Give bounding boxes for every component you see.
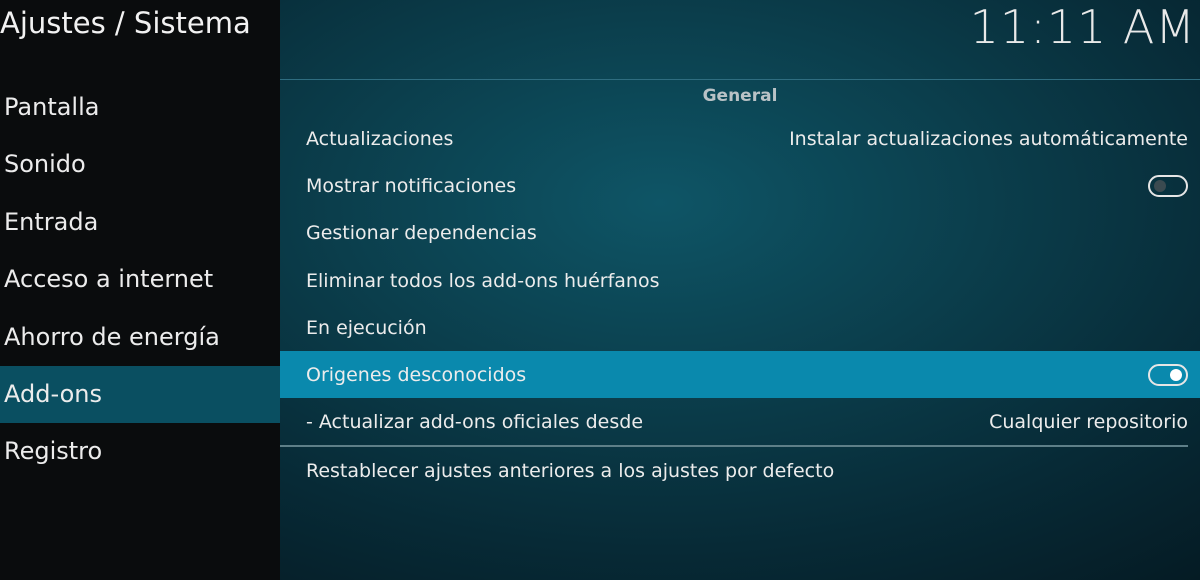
reset-label: Restablecer ajustes anteriores a los aju…	[306, 459, 835, 482]
setting-mostrar-notificaciones[interactable]: Mostrar notificaciones	[280, 162, 1200, 209]
setting-eliminar-huerfanos[interactable]: Eliminar todos los add-ons huérfanos	[280, 257, 1200, 304]
sidebar: Ajustes / Sistema Pantalla Sonido Entrad…	[0, 0, 280, 580]
sidebar-item-acceso-internet[interactable]: Acceso a internet	[0, 251, 280, 308]
notifications-toggle[interactable]	[1148, 174, 1188, 197]
setting-actualizaciones[interactable]: Actualizaciones Instalar actualizaciones…	[280, 115, 1200, 162]
sidebar-item-pantalla[interactable]: Pantalla	[0, 79, 280, 136]
setting-gestionar-dependencias[interactable]: Gestionar dependencias	[280, 209, 1200, 256]
sidebar-item-ahorro-energia[interactable]: Ahorro de energía	[0, 309, 280, 366]
setting-value: Cualquier repositorio	[989, 410, 1188, 433]
sidebar-item-registro[interactable]: Registro	[0, 423, 280, 480]
clock: 11:11 AM	[969, 0, 1196, 54]
toggle-knob	[1154, 179, 1166, 192]
setting-label: - Actualizar add-ons oficiales desde	[306, 410, 644, 433]
toggle-knob	[1170, 368, 1182, 381]
header-divider	[280, 79, 1200, 80]
section-title: General	[702, 86, 778, 106]
setting-label: Mostrar notificaciones	[306, 174, 517, 197]
unknown-sources-toggle[interactable]	[1148, 363, 1188, 386]
setting-actualizar-oficiales[interactable]: - Actualizar add-ons oficiales desde Cua…	[280, 398, 1200, 445]
reset-settings-button[interactable]: Restablecer ajustes anteriores a los aju…	[280, 447, 1200, 494]
setting-label: Actualizaciones	[306, 127, 454, 150]
setting-origenes-desconocidos[interactable]: Origenes desconocidos	[280, 351, 1200, 398]
setting-value: Instalar actualizaciones automáticamente	[789, 127, 1188, 150]
setting-label: Gestionar dependencias	[306, 221, 537, 244]
setting-label: En ejecución	[306, 316, 427, 339]
sidebar-item-add-ons[interactable]: Add-ons	[0, 366, 280, 423]
sidebar-item-entrada[interactable]: Entrada	[0, 194, 280, 251]
setting-label: Eliminar todos los add-ons huérfanos	[306, 269, 660, 292]
setting-en-ejecucion[interactable]: En ejecución	[280, 304, 1200, 351]
setting-label: Origenes desconocidos	[306, 363, 527, 386]
page-title: Ajustes / Sistema	[0, 6, 251, 40]
sidebar-item-sonido[interactable]: Sonido	[0, 136, 280, 193]
